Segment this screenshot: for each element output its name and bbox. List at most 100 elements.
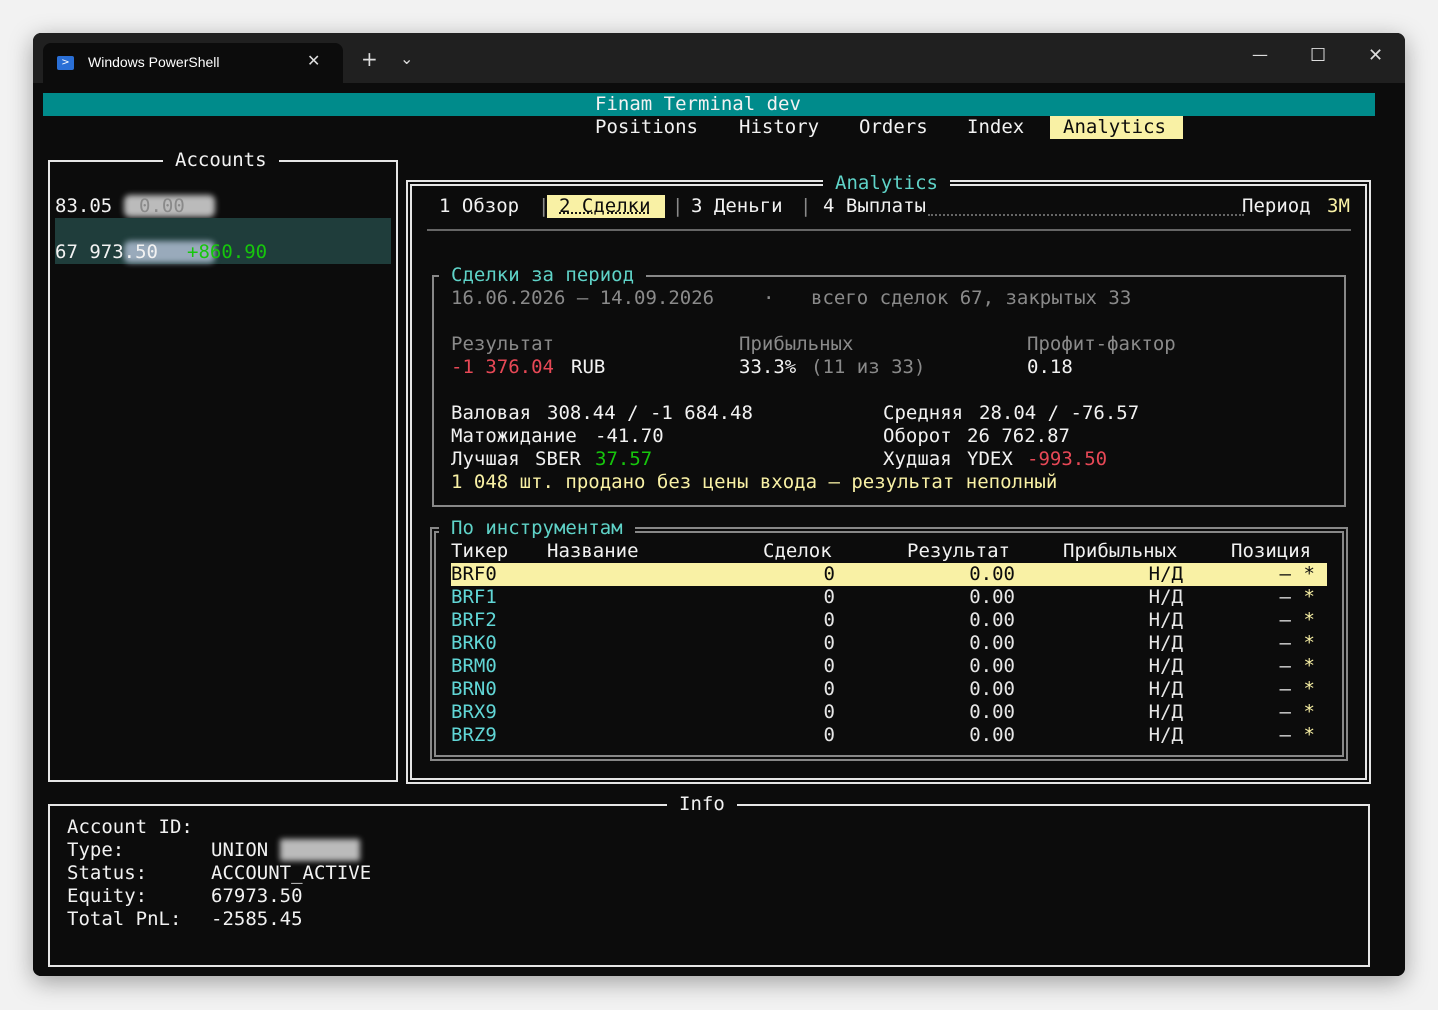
cell-star: * — [1303, 609, 1315, 631]
result-currency: RUB — [571, 356, 606, 378]
app-title: Finam Terminal dev — [595, 93, 801, 115]
gross-value: 308.44 / -1 684.48 — [547, 402, 753, 424]
cell-deals: 0 — [823, 563, 835, 585]
separator-dot: · — [763, 287, 775, 309]
nav-orders[interactable]: Orders — [859, 116, 928, 139]
worst-label: Худшая — [883, 448, 952, 470]
title-bar: > Windows PowerShell ✕ + ⌄ — ☐ ✕ — [33, 33, 1405, 83]
col-name: Название — [547, 540, 639, 562]
cell-deals: 0 — [823, 609, 835, 631]
subtab-divider — [427, 229, 1351, 231]
cell-star: * — [1303, 586, 1315, 608]
terminal-area: Finam Terminal dev Positions History Ord… — [33, 83, 1405, 976]
subtab-money[interactable]: 3 Деньги — [691, 195, 783, 218]
tab-close-icon[interactable]: ✕ — [307, 51, 320, 70]
account-pnl: 0.00 — [139, 195, 185, 217]
cell-result: 0.00 — [969, 724, 1015, 746]
subtab-payouts[interactable]: 4 Выплаты — [823, 195, 926, 218]
gross-label: Валовая — [451, 402, 532, 424]
type-value: UNION — [211, 839, 269, 861]
pf-value: 0.18 — [1027, 356, 1073, 378]
profitable-value: 33.3% — [739, 356, 797, 378]
terminal-tab[interactable]: > Windows PowerShell ✕ — [43, 43, 343, 83]
cell-position: — — [1279, 586, 1291, 608]
worst-ticker: YDEX — [967, 448, 1013, 470]
info-legend: Info — [667, 793, 737, 816]
cell-profitable: Н/Д — [1148, 632, 1183, 654]
exp-value: -41.70 — [595, 425, 664, 447]
tab-dropdown-icon[interactable]: ⌄ — [400, 49, 413, 68]
profitable-label: Прибыльных — [739, 333, 854, 355]
cell-ticker: BRZ9 — [451, 724, 497, 746]
avg-value: 28.04 / -76.57 — [979, 402, 1140, 424]
instruments-legend: По инструментам — [439, 517, 635, 540]
powershell-icon: > — [57, 56, 74, 70]
deals-legend: Сделки за период — [439, 264, 647, 287]
best-label: Лучшая — [451, 448, 520, 470]
subtab-separator: | — [800, 195, 812, 217]
period-value[interactable]: 3M — [1327, 195, 1350, 218]
subtab-deals[interactable]: 2 Сделки — [559, 195, 651, 218]
best-value: 37.57 — [595, 448, 653, 470]
type-label: Type: — [67, 839, 125, 861]
col-profitable: Прибыльных — [1063, 540, 1178, 562]
pf-label: Профит-фактор — [1027, 333, 1176, 355]
cell-position: — — [1279, 609, 1291, 631]
cell-ticker: BRN0 — [451, 678, 497, 700]
cell-result: 0.00 — [969, 632, 1015, 654]
profitable-detail: (11 из 33) — [811, 356, 926, 378]
incomplete-warning: 1 048 шт. продано без цены входа — резул… — [451, 471, 1058, 493]
cell-ticker: BRM0 — [451, 655, 497, 677]
worst-value: -993.50 — [1027, 448, 1108, 470]
turnover-label: Оборот — [883, 425, 952, 447]
cell-profitable: Н/Д — [1148, 724, 1183, 746]
pnl-value: -2585.45 — [211, 908, 303, 930]
new-tab-button[interactable]: + — [361, 47, 378, 71]
cell-position: — — [1279, 632, 1291, 654]
cell-star: * — [1303, 701, 1315, 723]
account-equity: 67 973.50 — [55, 241, 158, 263]
cell-ticker: BRK0 — [451, 632, 497, 654]
cell-star: * — [1303, 655, 1315, 677]
exp-label: Матожидание — [451, 425, 577, 447]
status-label: Status: — [67, 862, 148, 884]
deals-summary: всего сделок 67, закрытых 33 — [811, 287, 1132, 309]
cell-profitable: Н/Д — [1148, 586, 1183, 608]
cell-profitable: Н/Д — [1148, 701, 1183, 723]
minimize-button[interactable]: — — [1252, 45, 1268, 64]
result-label: Результат — [451, 333, 554, 355]
cell-result: 0.00 — [969, 563, 1015, 585]
nav-positions[interactable]: Positions — [595, 116, 698, 139]
nav-index[interactable]: Index — [967, 116, 1024, 139]
col-ticker: Тикер — [451, 540, 509, 562]
cell-deals: 0 — [823, 678, 835, 700]
accounts-legend: Accounts — [163, 149, 279, 172]
cell-ticker: BRF0 — [451, 563, 497, 585]
cell-ticker: BRF2 — [451, 609, 497, 631]
cell-position: — — [1279, 678, 1291, 700]
nav-history[interactable]: History — [739, 116, 819, 139]
cell-deals: 0 — [823, 586, 835, 608]
cell-result: 0.00 — [969, 655, 1015, 677]
tab-title: Windows PowerShell — [88, 54, 220, 70]
account-id-label: Account ID: — [67, 816, 193, 838]
equity-label: Equity: — [67, 885, 148, 907]
nav-analytics[interactable]: Analytics — [1063, 116, 1166, 139]
subtab-separator: | — [672, 195, 684, 217]
status-value: ACCOUNT_ACTIVE — [211, 862, 372, 884]
period-label: Период — [1242, 195, 1311, 217]
col-position: Позиция — [1231, 540, 1312, 562]
subtab-overview[interactable]: 1 Обзор — [439, 195, 519, 218]
pnl-label: Total PnL: — [67, 908, 182, 930]
cell-profitable: Н/Д — [1148, 655, 1183, 677]
maximize-button[interactable]: ☐ — [1310, 45, 1326, 66]
turnover-value: 26 762.87 — [967, 425, 1070, 447]
cell-result: 0.00 — [969, 701, 1015, 723]
close-window-button[interactable]: ✕ — [1368, 45, 1383, 66]
cell-position: — — [1279, 563, 1291, 585]
cell-star: * — [1303, 678, 1315, 700]
col-deals: Сделок — [763, 540, 832, 562]
equity-value: 67973.50 — [211, 885, 303, 907]
subtab-dots — [928, 214, 1244, 216]
selected-row-highlight — [451, 563, 1327, 586]
